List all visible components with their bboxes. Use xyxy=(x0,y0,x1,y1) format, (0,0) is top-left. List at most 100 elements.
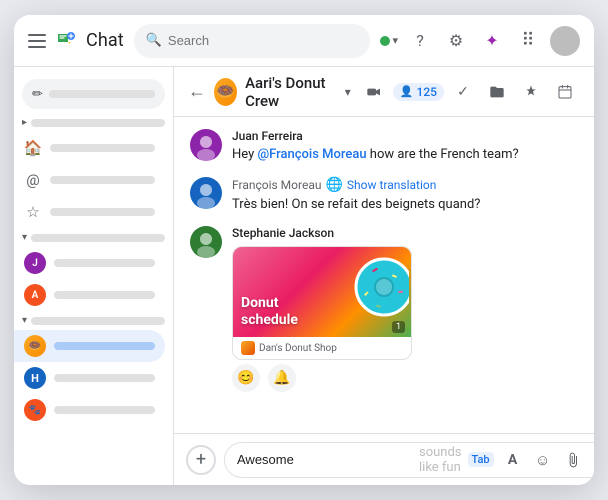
dm-label-1 xyxy=(54,259,155,267)
sidebar-section-spaces[interactable]: ▾ xyxy=(14,311,173,330)
star-icon: ☆ xyxy=(24,203,42,221)
chat-header-icons: 👤 125 ✓ xyxy=(359,77,580,107)
avatar-stephanie xyxy=(190,226,222,258)
space-avatar-h: H xyxy=(24,367,46,389)
avatar-image xyxy=(550,26,580,56)
new-chat-button[interactable]: ✏ xyxy=(22,79,165,109)
reaction-icon[interactable]: 😊 xyxy=(232,364,260,392)
sidebar-space-d[interactable]: 🐾 xyxy=(14,394,165,426)
top-bar: Chat 🔍 ▾ ? ⚙ ✦ ⠿ xyxy=(14,15,594,67)
attach-icon[interactable] xyxy=(560,447,586,473)
status-indicator: ▾ xyxy=(380,34,398,47)
settings-icon[interactable]: ⚙ xyxy=(442,27,470,55)
user-avatar[interactable] xyxy=(550,26,580,56)
at-icon: @ xyxy=(24,171,42,189)
dm-avatar-2: A xyxy=(24,284,46,306)
message-avatar-1 xyxy=(190,129,222,161)
add-button[interactable]: + xyxy=(186,445,216,475)
message-group-1: Juan Ferreira Hey @François Moreau how a… xyxy=(190,129,578,165)
input-field-wrapper: sounds like fun Tab A ☺ ⊕ xyxy=(224,442,594,478)
pin-icon[interactable] xyxy=(516,77,546,107)
members-badge[interactable]: 👤 125 xyxy=(393,83,444,101)
emoji-icon[interactable]: ☺ xyxy=(530,447,556,473)
chevron-down-icon: ▾ xyxy=(22,232,27,243)
donut-card-image: Donut schedule 1 xyxy=(233,247,411,337)
input-area: + sounds like fun Tab A ☺ ⊕ xyxy=(174,433,594,485)
format-text-icon[interactable]: A xyxy=(500,447,526,473)
input-suggestion-text: sounds like fun xyxy=(419,445,462,475)
donut-card[interactable]: Donut schedule 1 Dan's Donut Shop xyxy=(232,246,412,360)
app-window: Chat 🔍 ▾ ? ⚙ ✦ ⠿ ✏ xyxy=(14,15,594,485)
space-donut-label-bar xyxy=(54,342,155,350)
calendar-icon[interactable] xyxy=(550,77,580,107)
donut-shop-logo xyxy=(241,341,255,355)
dm-section-label-bar xyxy=(31,234,165,242)
folder-icon[interactable] xyxy=(482,77,512,107)
avatar-juan xyxy=(190,129,222,161)
search-input[interactable] xyxy=(168,33,359,48)
sidebar-item-mentions[interactable]: @ xyxy=(14,164,165,196)
chat-header: ← 🍩 Aari's Donut Crew ▾ 👤 125 ✓ xyxy=(174,67,594,117)
search-icon: 🔍 xyxy=(146,33,162,48)
dm-avatar-1: J xyxy=(24,252,46,274)
help-icon[interactable]: ? xyxy=(406,27,434,55)
top-bar-icons: ▾ ? ⚙ ✦ ⠿ xyxy=(380,26,580,56)
back-button[interactable]: ← xyxy=(188,81,206,102)
donut-illustration xyxy=(334,249,409,329)
input-icons: A ☺ ⊕ xyxy=(500,447,594,473)
status-dot xyxy=(380,36,390,46)
video-call-icon[interactable] xyxy=(359,77,389,107)
sender-name-2: François Moreau xyxy=(232,178,321,192)
show-translation-link[interactable]: Show translation xyxy=(347,178,436,192)
sidebar-dm-item-1[interactable]: J xyxy=(14,247,165,279)
chevron-down-spaces-icon: ▾ xyxy=(22,315,27,326)
message-avatar-3 xyxy=(190,226,222,258)
sidebar-space-h[interactable]: H xyxy=(14,362,165,394)
message-group-3: Stephanie Jackson xyxy=(190,226,578,392)
sender-name-3: Stephanie Jackson xyxy=(232,226,578,240)
sparkle-icon[interactable]: ✦ xyxy=(478,27,506,55)
reply-icon[interactable]: 🔔 xyxy=(268,364,296,392)
sidebar-item-home[interactable]: 🏠 xyxy=(14,132,165,164)
grid-icon[interactable]: ⠿ xyxy=(514,27,542,55)
sidebar-dm-item-2[interactable]: A xyxy=(14,279,165,311)
chat-area: ← 🍩 Aari's Donut Crew ▾ 👤 125 ✓ xyxy=(174,67,594,485)
tasks-icon[interactable]: ✓ xyxy=(448,77,478,107)
avatar-francois xyxy=(190,177,222,209)
donut-card-title: Donut schedule xyxy=(241,295,298,329)
sidebar-item-label-bar xyxy=(50,176,155,184)
chevron-right-icon: ▸ xyxy=(22,117,27,128)
sidebar-item-starred[interactable]: ☆ xyxy=(14,196,165,228)
group-name-chevron-icon[interactable]: ▾ xyxy=(345,85,351,99)
sidebar-item-label-bar xyxy=(50,208,155,216)
messages-area: Juan Ferreira Hey @François Moreau how a… xyxy=(174,117,594,433)
attachments-row: 😊 🔔 xyxy=(232,364,578,392)
top-bar-left: Chat xyxy=(28,29,124,53)
mention-link[interactable]: @François Moreau xyxy=(257,147,366,162)
app-title: Chat xyxy=(86,30,124,51)
message-content-3: Stephanie Jackson xyxy=(232,226,578,392)
space-avatar-donut: 🍩 xyxy=(24,335,46,357)
edit-icon: ✏ xyxy=(32,87,43,102)
donut-card-footer: Dan's Donut Shop xyxy=(233,337,411,359)
group-avatar: 🍩 xyxy=(214,78,237,106)
message-text-1: Hey @François Moreau how are the French … xyxy=(232,145,578,165)
dm-label-2 xyxy=(54,291,155,299)
section-label-bar xyxy=(31,119,165,127)
message-content-1: Juan Ferreira Hey @François Moreau how a… xyxy=(232,129,578,165)
search-bar[interactable]: 🔍 xyxy=(134,24,371,58)
sidebar-section-starred[interactable]: ▸ xyxy=(14,113,173,132)
sidebar-section-dm[interactable]: ▾ xyxy=(14,228,173,247)
card-page-indicator: 1 xyxy=(392,321,405,333)
status-chevron: ▾ xyxy=(392,34,398,47)
sidebar-space-donut-crew[interactable]: 🍩 xyxy=(14,330,165,362)
hamburger-icon[interactable] xyxy=(28,34,46,48)
translation-row: François Moreau 🌐 Show translation xyxy=(232,177,578,193)
upload-icon[interactable] xyxy=(590,447,594,473)
message-input[interactable] xyxy=(237,452,413,467)
home-icon: 🏠 xyxy=(24,139,42,157)
sender-name-1: Juan Ferreira xyxy=(232,129,578,143)
message-content-2: François Moreau 🌐 Show translation Très … xyxy=(232,177,578,215)
spaces-section-label-bar xyxy=(31,317,165,325)
google-chat-logo-icon xyxy=(54,29,78,53)
